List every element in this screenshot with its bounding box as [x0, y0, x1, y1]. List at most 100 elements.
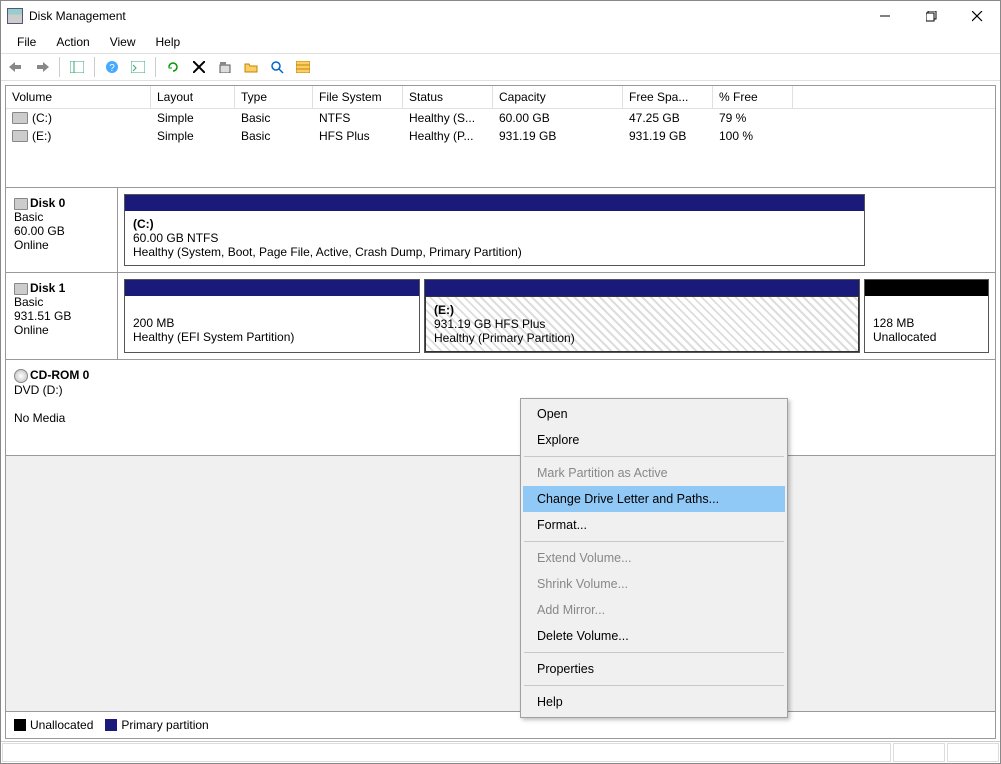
ctx-change-drive-letter[interactable]: Change Drive Letter and Paths... — [523, 486, 785, 512]
col-type[interactable]: Type — [235, 86, 313, 108]
search-button[interactable] — [266, 56, 288, 78]
volume-free: 931.19 GB — [623, 127, 713, 145]
col-layout[interactable]: Layout — [151, 86, 235, 108]
volume-layout: Simple — [151, 127, 235, 145]
ctx-help[interactable]: Help — [523, 689, 785, 715]
volume-capacity: 60.00 GB — [493, 109, 623, 127]
volume-fs: NTFS — [313, 109, 403, 127]
disk-state: Online — [14, 323, 49, 337]
toolbar: ? — [1, 53, 1000, 81]
volume-fs: HFS Plus — [313, 127, 403, 145]
disk-block-0: Disk 0 Basic 60.00 GB Online (C:) 60.00 … — [6, 188, 995, 273]
disk-block-1: Disk 1 Basic 931.51 GB Online 200 MB Hea… — [6, 273, 995, 360]
ctx-format[interactable]: Format... — [523, 512, 785, 538]
legend-swatch-primary — [105, 719, 117, 731]
refresh-button[interactable] — [162, 56, 184, 78]
col-percent-free[interactable]: % Free — [713, 86, 793, 108]
volume-free: 47.25 GB — [623, 109, 713, 127]
ctx-open[interactable]: Open — [523, 401, 785, 427]
col-free[interactable]: Free Spa... — [623, 86, 713, 108]
volume-layout: Simple — [151, 109, 235, 127]
ctx-extend-volume: Extend Volume... — [523, 545, 785, 571]
disk-state: Online — [14, 238, 49, 252]
context-menu-separator — [524, 541, 784, 542]
toolbar-separator — [155, 57, 156, 77]
partition-bar — [125, 280, 419, 296]
partition-unallocated[interactable]: 128 MB Unallocated — [864, 279, 989, 353]
partition-size: 60.00 GB NTFS — [133, 231, 218, 245]
volume-list[interactable]: Volume Layout Type File System Status Ca… — [5, 85, 996, 188]
disk-title: CD-ROM 0 — [30, 368, 89, 382]
forward-button[interactable] — [31, 56, 53, 78]
legend: Unallocated Primary partition — [6, 711, 995, 738]
ctx-add-mirror: Add Mirror... — [523, 597, 785, 623]
partition-name: (C:) — [133, 217, 154, 231]
partition-e[interactable]: (E:) 931.19 GB HFS Plus Healthy (Primary… — [424, 279, 860, 353]
menu-action[interactable]: Action — [46, 33, 99, 51]
toolbar-separator — [94, 57, 95, 77]
partition-size: 128 MB — [873, 316, 914, 330]
volume-list-header: Volume Layout Type File System Status Ca… — [6, 86, 995, 109]
volume-type: Basic — [235, 109, 313, 127]
ctx-delete-volume[interactable]: Delete Volume... — [523, 623, 785, 649]
partition-c[interactable]: (C:) 60.00 GB NTFS Healthy (System, Boot… — [124, 194, 865, 266]
volume-type: Basic — [235, 127, 313, 145]
show-hide-console-button[interactable] — [66, 56, 88, 78]
partition-size: 931.19 GB HFS Plus — [434, 317, 545, 331]
context-menu-separator — [524, 652, 784, 653]
settings-button[interactable] — [127, 56, 149, 78]
disk-size: 60.00 GB — [14, 224, 65, 238]
statusbar-main — [2, 743, 891, 762]
disk-map: Disk 0 Basic 60.00 GB Online (C:) 60.00 … — [5, 188, 996, 739]
delete-button[interactable] — [188, 56, 210, 78]
disk-type: DVD (D:) — [14, 383, 63, 397]
window-title: Disk Management — [29, 9, 862, 23]
properties-button[interactable] — [214, 56, 236, 78]
disk-title: Disk 1 — [30, 281, 65, 295]
statusbar — [1, 741, 1000, 763]
close-button[interactable] — [954, 1, 1000, 31]
menu-help[interactable]: Help — [146, 33, 191, 51]
partition-status: Healthy (System, Boot, Page File, Active… — [133, 245, 522, 259]
disk-block-cdrom: CD-ROM 0 DVD (D:) No Media — [6, 360, 995, 456]
volume-status: Healthy (P... — [403, 127, 493, 145]
maximize-button[interactable] — [908, 1, 954, 31]
list-view-button[interactable] — [292, 56, 314, 78]
col-status[interactable]: Status — [403, 86, 493, 108]
col-filesystem[interactable]: File System — [313, 86, 403, 108]
svg-text:?: ? — [109, 63, 115, 74]
col-volume[interactable]: Volume — [6, 86, 151, 108]
partition-status: Healthy (Primary Partition) — [434, 331, 575, 345]
col-capacity[interactable]: Capacity — [493, 86, 623, 108]
partition-efi[interactable]: 200 MB Healthy (EFI System Partition) — [124, 279, 420, 353]
disk-info[interactable]: Disk 1 Basic 931.51 GB Online — [6, 273, 118, 359]
minimize-button[interactable] — [862, 1, 908, 31]
ctx-explore[interactable]: Explore — [523, 427, 785, 453]
titlebar: Disk Management — [1, 1, 1000, 31]
legend-unallocated: Unallocated — [30, 718, 93, 732]
partition-name: (E:) — [434, 303, 454, 317]
volume-capacity: 931.19 GB — [493, 127, 623, 145]
volume-name: (C:) — [32, 111, 52, 125]
toolbar-separator — [59, 57, 60, 77]
menu-view[interactable]: View — [100, 33, 146, 51]
disk-type: Basic — [14, 295, 43, 309]
menu-file[interactable]: File — [7, 33, 46, 51]
disk-info[interactable]: Disk 0 Basic 60.00 GB Online — [6, 188, 118, 272]
drive-icon — [12, 130, 28, 142]
open-folder-button[interactable] — [240, 56, 262, 78]
cdrom-icon — [14, 369, 28, 383]
disk-size: 931.51 GB — [14, 309, 71, 323]
help-button[interactable]: ? — [101, 56, 123, 78]
back-button[interactable] — [5, 56, 27, 78]
partition-size: 200 MB — [133, 316, 174, 330]
volume-row[interactable]: (C:) Simple Basic NTFS Healthy (S... 60.… — [6, 109, 995, 127]
disk-info[interactable]: CD-ROM 0 DVD (D:) No Media — [6, 360, 118, 455]
statusbar-segment — [893, 743, 945, 762]
partition-status: Healthy (EFI System Partition) — [133, 330, 294, 344]
drive-icon — [12, 112, 28, 124]
menubar: File Action View Help — [1, 31, 1000, 53]
disk-state: No Media — [14, 411, 65, 425]
ctx-properties[interactable]: Properties — [523, 656, 785, 682]
volume-row[interactable]: (E:) Simple Basic HFS Plus Healthy (P...… — [6, 127, 995, 145]
